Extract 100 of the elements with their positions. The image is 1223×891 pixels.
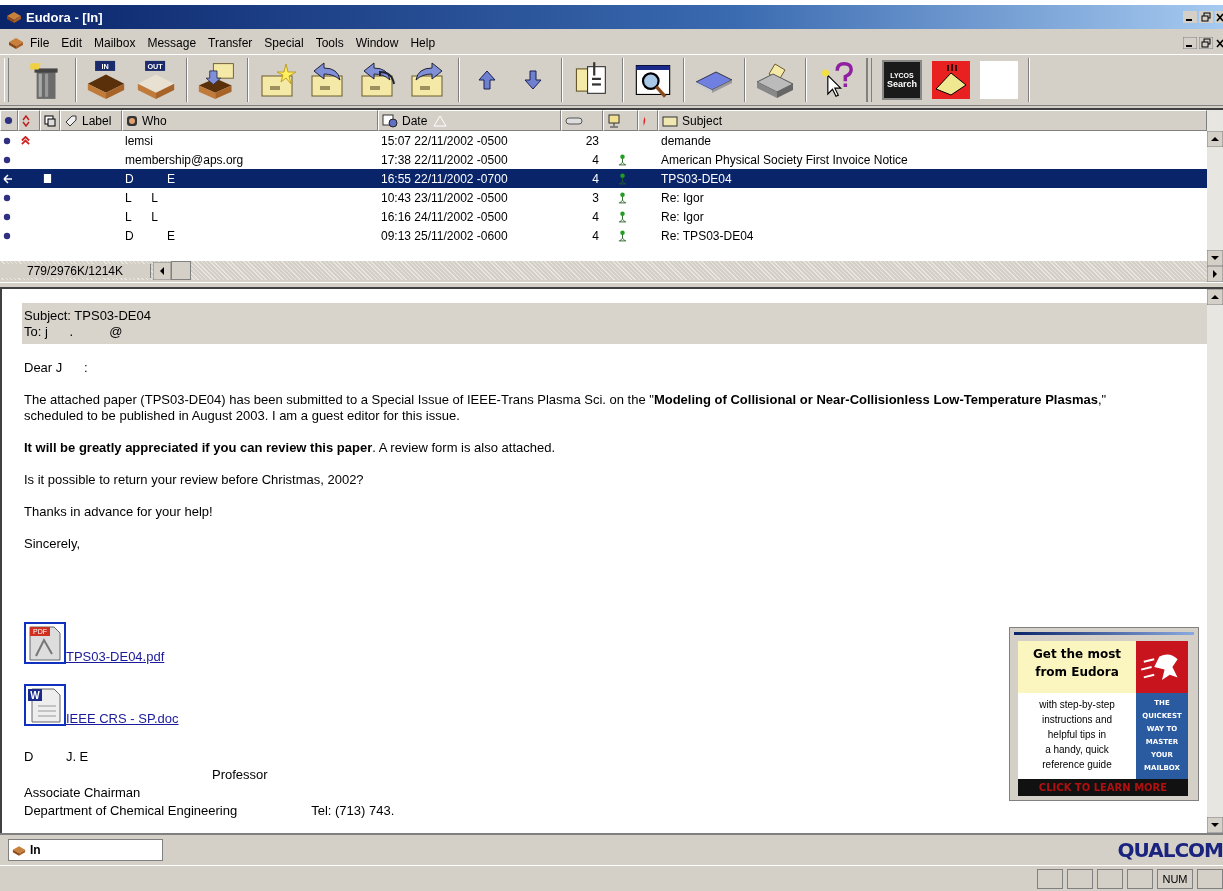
menu-item[interactable]: Tools — [309, 36, 350, 50]
column-header[interactable]: Label — [60, 110, 122, 131]
message-row[interactable]: membership@aps.org 17:38 22/11/2002 -0500 4 American Physical Society First Invoice Notice — [0, 150, 1207, 169]
signature-phone: Tel: (713) 743. — [311, 802, 395, 820]
sender-text: D E — [125, 171, 175, 186]
menu-item[interactable]: Message — [141, 36, 203, 50]
paragraph: Thanks in advance for your help! — [24, 504, 214, 520]
mailbox-field[interactable]: In — [8, 839, 163, 861]
status-pane — [1197, 869, 1223, 889]
ad-body-line: helpful tips in — [1047, 728, 1107, 742]
up-arrow-icon[interactable] — [477, 68, 497, 92]
status-pane — [1097, 869, 1123, 889]
attachment-link[interactable]: IEEE CRS - SP.doc — [66, 711, 179, 726]
menu-item[interactable]: File — [24, 36, 56, 50]
scroll-down-icon[interactable] — [1207, 250, 1223, 266]
message-row[interactable]: lemsi 15:07 22/11/2002 -0500 23 demande — [0, 131, 1207, 150]
ad-body-line: instructions and — [1041, 713, 1112, 727]
restore-icon[interactable] — [1199, 11, 1213, 23]
calendar-clock-icon — [382, 113, 398, 128]
message-row[interactable]: D E 16:55 22/11/2002 -0700 4 TPS03-DE04 — [0, 169, 1207, 188]
close-icon[interactable] — [1215, 11, 1223, 23]
dot-icon — [4, 116, 13, 125]
column-header[interactable]: Who — [122, 110, 378, 131]
attachment-link[interactable]: TPS03-DE04.pdf — [66, 649, 165, 664]
greeting-text: Dear J : — [24, 360, 89, 376]
date-text: 17:38 22/11/2002 -0500 — [381, 152, 508, 167]
paragraph: Sincerely, — [24, 536, 82, 552]
subject-text: TPS03-DE04 — [661, 171, 732, 186]
running-figure-icon — [1136, 641, 1188, 693]
message-row[interactable]: L L 10:43 23/11/2002 -0500 3 Re: Igor — [0, 188, 1207, 207]
subject-text: Re: TPS03-DE04 — [661, 228, 754, 243]
signature-title: Professor — [212, 766, 268, 784]
sort-triangle-icon — [433, 114, 448, 127]
menu-item[interactable]: Special — [258, 36, 310, 50]
header-line: Subject: TPS03-DE04 — [24, 308, 152, 324]
scroll-down-icon[interactable] — [1207, 817, 1223, 833]
size-text: 3 — [592, 190, 599, 205]
scroll-thumb[interactable] — [171, 261, 191, 280]
scroll-left-icon[interactable] — [153, 261, 171, 280]
status-pane — [1127, 869, 1153, 889]
menu-item[interactable]: Help — [404, 36, 442, 50]
column-header[interactable] — [0, 110, 18, 131]
ad-body-line: reference guide — [1042, 758, 1112, 772]
person-icon — [126, 114, 138, 127]
message-row[interactable]: L L 16:16 24/11/2002 -0500 4 Re: Igor — [0, 207, 1207, 226]
column-header[interactable] — [40, 110, 60, 131]
dot-icon — [3, 193, 11, 202]
pages-icon — [44, 114, 56, 127]
scroll-up-icon[interactable] — [1207, 289, 1223, 305]
sender-text: D E — [125, 228, 175, 243]
window-title: Eudora - [In] — [26, 9, 103, 25]
restore-icon[interactable] — [1199, 37, 1213, 49]
subject-text: Re: Igor — [661, 209, 704, 224]
word-file-icon[interactable]: W — [24, 684, 66, 726]
status-pane — [1037, 869, 1063, 889]
header-line: To: j . @ — [24, 324, 124, 340]
menu-item[interactable]: Transfer — [202, 36, 259, 50]
message-counter: 779/2976K/1214K — [0, 263, 151, 278]
date-text: 10:43 23/11/2002 -0500 — [381, 190, 508, 205]
computer-icon — [607, 113, 621, 128]
scroll-right-icon[interactable] — [1207, 266, 1223, 282]
column-header[interactable] — [18, 110, 40, 131]
sender-text: L L — [125, 190, 158, 205]
box-ad-icon[interactable] — [932, 61, 970, 99]
box-icon — [12, 844, 26, 856]
date-text: 16:16 24/11/2002 -0500 — [381, 209, 508, 224]
menu-item[interactable]: Window — [349, 36, 405, 50]
status-indicator: NUM — [1157, 869, 1193, 889]
down-arrow-icon[interactable] — [523, 68, 543, 92]
size-text: 4 — [592, 171, 599, 186]
message-row[interactable]: D E 09:13 25/11/2002 -0600 4 Re: TPS03-DE04 — [0, 226, 1207, 245]
close-icon[interactable] — [1215, 37, 1223, 49]
menu-item[interactable]: Edit — [55, 36, 89, 50]
minimize-icon[interactable] — [1183, 37, 1197, 49]
date-text: 16:55 22/11/2002 -0700 — [381, 171, 508, 186]
size-text: 23 — [585, 133, 599, 148]
signature-name: D J. E — [24, 748, 89, 766]
size-text: 4 — [592, 228, 599, 243]
subject-text: demande — [661, 133, 712, 148]
dot-icon — [3, 155, 11, 164]
size-text: 4 — [592, 209, 599, 224]
menu-item[interactable]: Mailbox — [88, 36, 142, 50]
date-text: 15:07 22/11/2002 -0500 — [381, 133, 508, 148]
column-header[interactable]: Date — [378, 110, 561, 131]
dot-icon — [3, 136, 11, 145]
signature-department: Department of Chemical Engineering — [24, 802, 238, 820]
size-text: 4 — [592, 152, 599, 167]
signature-role: Associate Chairman — [24, 784, 141, 802]
column-header[interactable]: Subject — [658, 110, 1207, 131]
scroll-up-icon[interactable] — [1207, 131, 1223, 147]
ad-body-line: a handy, quick — [1045, 743, 1109, 757]
subject-text: Re: Igor — [661, 190, 704, 205]
dot-icon — [3, 231, 11, 240]
subject-text: American Physical Society First Invoice Notice — [661, 152, 908, 167]
envelope-icon — [662, 114, 678, 127]
box-icon — [8, 37, 24, 49]
date-text: 09:13 25/11/2002 -0600 — [381, 228, 508, 243]
minimize-icon[interactable] — [1183, 11, 1197, 23]
sender-text: lemsi — [125, 133, 153, 148]
sender-text: membership@aps.org — [125, 152, 244, 167]
